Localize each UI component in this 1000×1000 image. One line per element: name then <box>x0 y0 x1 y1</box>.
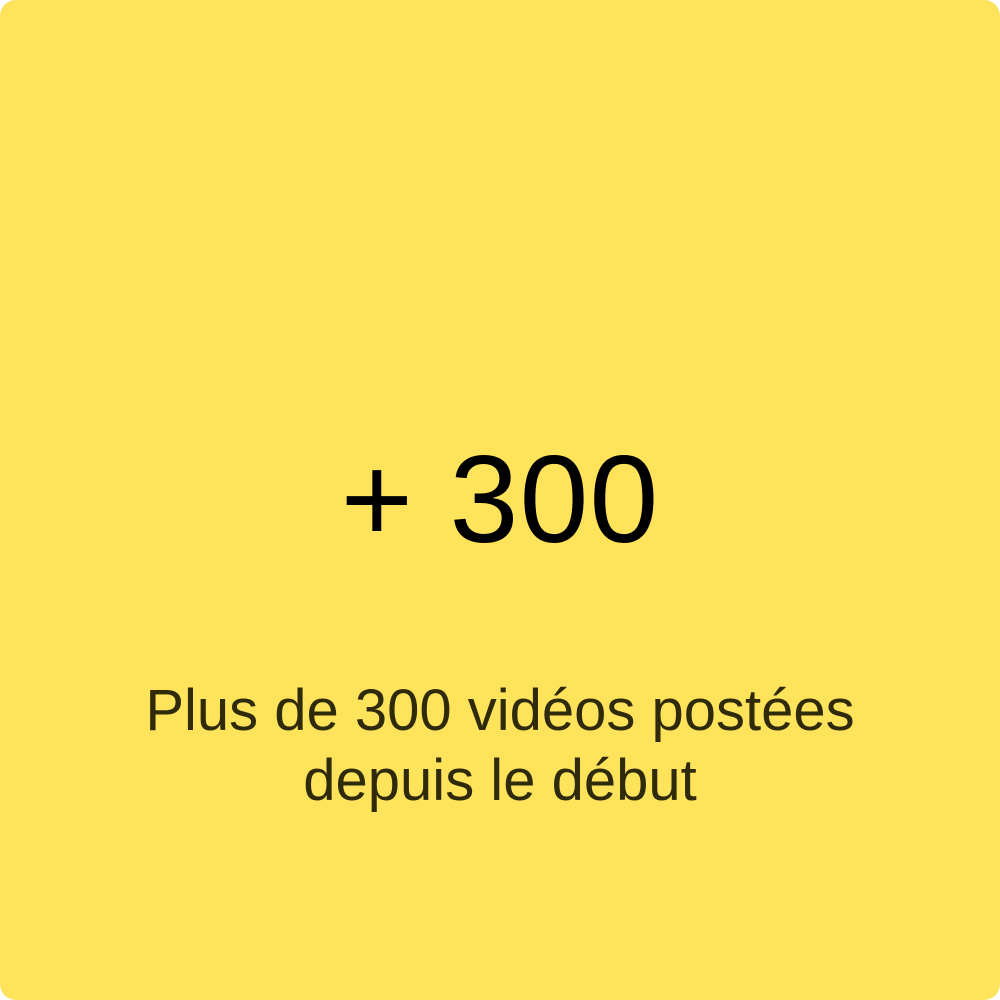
stat-card: + 300 Plus de 300 vidéos postées depuis … <box>0 0 1000 1000</box>
stat-caption: Plus de 300 vidéos postées depuis le déb… <box>145 678 855 813</box>
stat-value: + 300 <box>340 431 660 569</box>
